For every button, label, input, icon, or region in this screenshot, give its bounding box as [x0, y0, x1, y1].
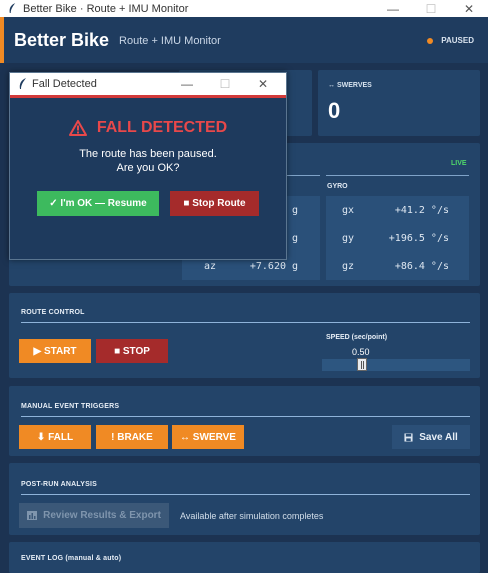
swerves-label: ↔ SWERVES: [328, 82, 372, 89]
accel-axis: az: [203, 261, 217, 272]
gyro-gy-cell: gy +196.5 °/s: [326, 224, 469, 252]
dialog-maximize-button[interactable]: ☐: [206, 73, 244, 95]
post-run-title: POST-RUN ANALYSIS: [21, 481, 98, 488]
accel-az-unit: g: [291, 261, 298, 272]
swerves-value: 0: [328, 98, 341, 123]
dialog-message-line1: The route has been paused.: [79, 148, 217, 160]
accel-ax-unit: g: [291, 205, 298, 216]
window-title-bar: Better Bike · Route + IMU Monitor — ☐ ✕: [0, 0, 488, 17]
dialog-message-line2: Are you OK?: [116, 162, 180, 174]
accel-ay-unit: g: [291, 233, 298, 244]
status-dot-icon: [427, 37, 434, 44]
dialog-minimize-button[interactable]: —: [168, 73, 206, 95]
dialog-heading-text: FALL DETECTED: [96, 119, 228, 136]
resume-button[interactable]: ✓ I'm OK — Resume: [37, 191, 159, 216]
speed-value: 0.50: [352, 347, 370, 357]
live-indicator: LIVE: [451, 160, 467, 167]
warning-icon: [68, 120, 87, 136]
window-minimize-button[interactable]: —: [374, 0, 412, 17]
speed-label: SPEED (sec/point): [326, 334, 388, 341]
fall-detected-dialog: Fall Detected — ☐ ✕ FALL DETECTED The ro…: [9, 72, 287, 260]
event-log-title: EVENT LOG (manual & auto): [21, 555, 122, 562]
save-all-button[interactable]: Save All: [392, 425, 470, 449]
gyro-axis: gz: [341, 261, 355, 272]
gyro-value: +86.4 °/s: [394, 261, 449, 272]
stop-button[interactable]: ■ STOP: [96, 339, 168, 363]
post-run-note: Available after simulation completes: [180, 511, 324, 521]
route-control-title: ROUTE CONTROL: [21, 309, 85, 316]
manual-triggers-title: MANUAL EVENT TRIGGERS: [21, 403, 120, 410]
app-header: Better Bike Route + IMU Monitor PAUSED: [0, 17, 488, 63]
feather-icon: [9, 3, 16, 13]
status-badge: PAUSED: [427, 36, 474, 45]
app-brand: Better Bike: [14, 29, 110, 50]
feather-icon: [19, 78, 26, 89]
window-title: Better Bike · Route + IMU Monitor: [23, 2, 189, 15]
dialog-title-bar: Fall Detected — ☐ ✕: [10, 73, 286, 98]
route-control-divider: [21, 322, 470, 323]
brake-button[interactable]: ! BRAKE: [96, 425, 168, 449]
save-icon: [404, 432, 413, 442]
chart-icon: [27, 511, 38, 520]
accel-value: +7.620: [249, 261, 286, 272]
gyro-divider: [326, 175, 469, 176]
swerve-button[interactable]: ↔ SWERVE: [172, 425, 244, 449]
speed-slider-track[interactable]: [322, 359, 470, 371]
fall-button[interactable]: ⬇ FALL: [19, 425, 91, 449]
app-subtitle: Route + IMU Monitor: [119, 35, 221, 47]
save-all-label: Save All: [419, 431, 458, 443]
gyro-gx-cell: gx +41.2 °/s: [326, 196, 469, 224]
start-button[interactable]: ▶ START: [19, 339, 91, 363]
gyro-label: GYRO: [327, 183, 348, 190]
window-maximize-button[interactable]: ☐: [412, 0, 450, 17]
gyro-value: +196.5 °/s: [388, 233, 449, 244]
gyro-axis: gx: [341, 205, 355, 216]
dialog-heading: FALL DETECTED: [10, 119, 286, 137]
gyro-axis: gy: [341, 233, 355, 244]
review-export-label: Review Results & Export: [43, 510, 161, 521]
stop-route-button[interactable]: ■ Stop Route: [170, 191, 259, 216]
gyro-value: +41.2 °/s: [394, 205, 449, 216]
dialog-close-button[interactable]: ✕: [244, 73, 282, 95]
review-export-button[interactable]: Review Results & Export: [19, 503, 169, 528]
manual-triggers-divider: [21, 416, 470, 417]
speed-slider-handle[interactable]: [357, 358, 367, 371]
status-text: PAUSED: [441, 36, 474, 45]
gyro-gz-cell: gz +86.4 °/s: [326, 252, 469, 280]
window-close-button[interactable]: ✕: [450, 0, 488, 17]
stat-card-swerves: ↔ SWERVES 0: [318, 70, 480, 136]
post-run-divider: [21, 494, 470, 495]
dialog-title: Fall Detected: [32, 78, 97, 90]
